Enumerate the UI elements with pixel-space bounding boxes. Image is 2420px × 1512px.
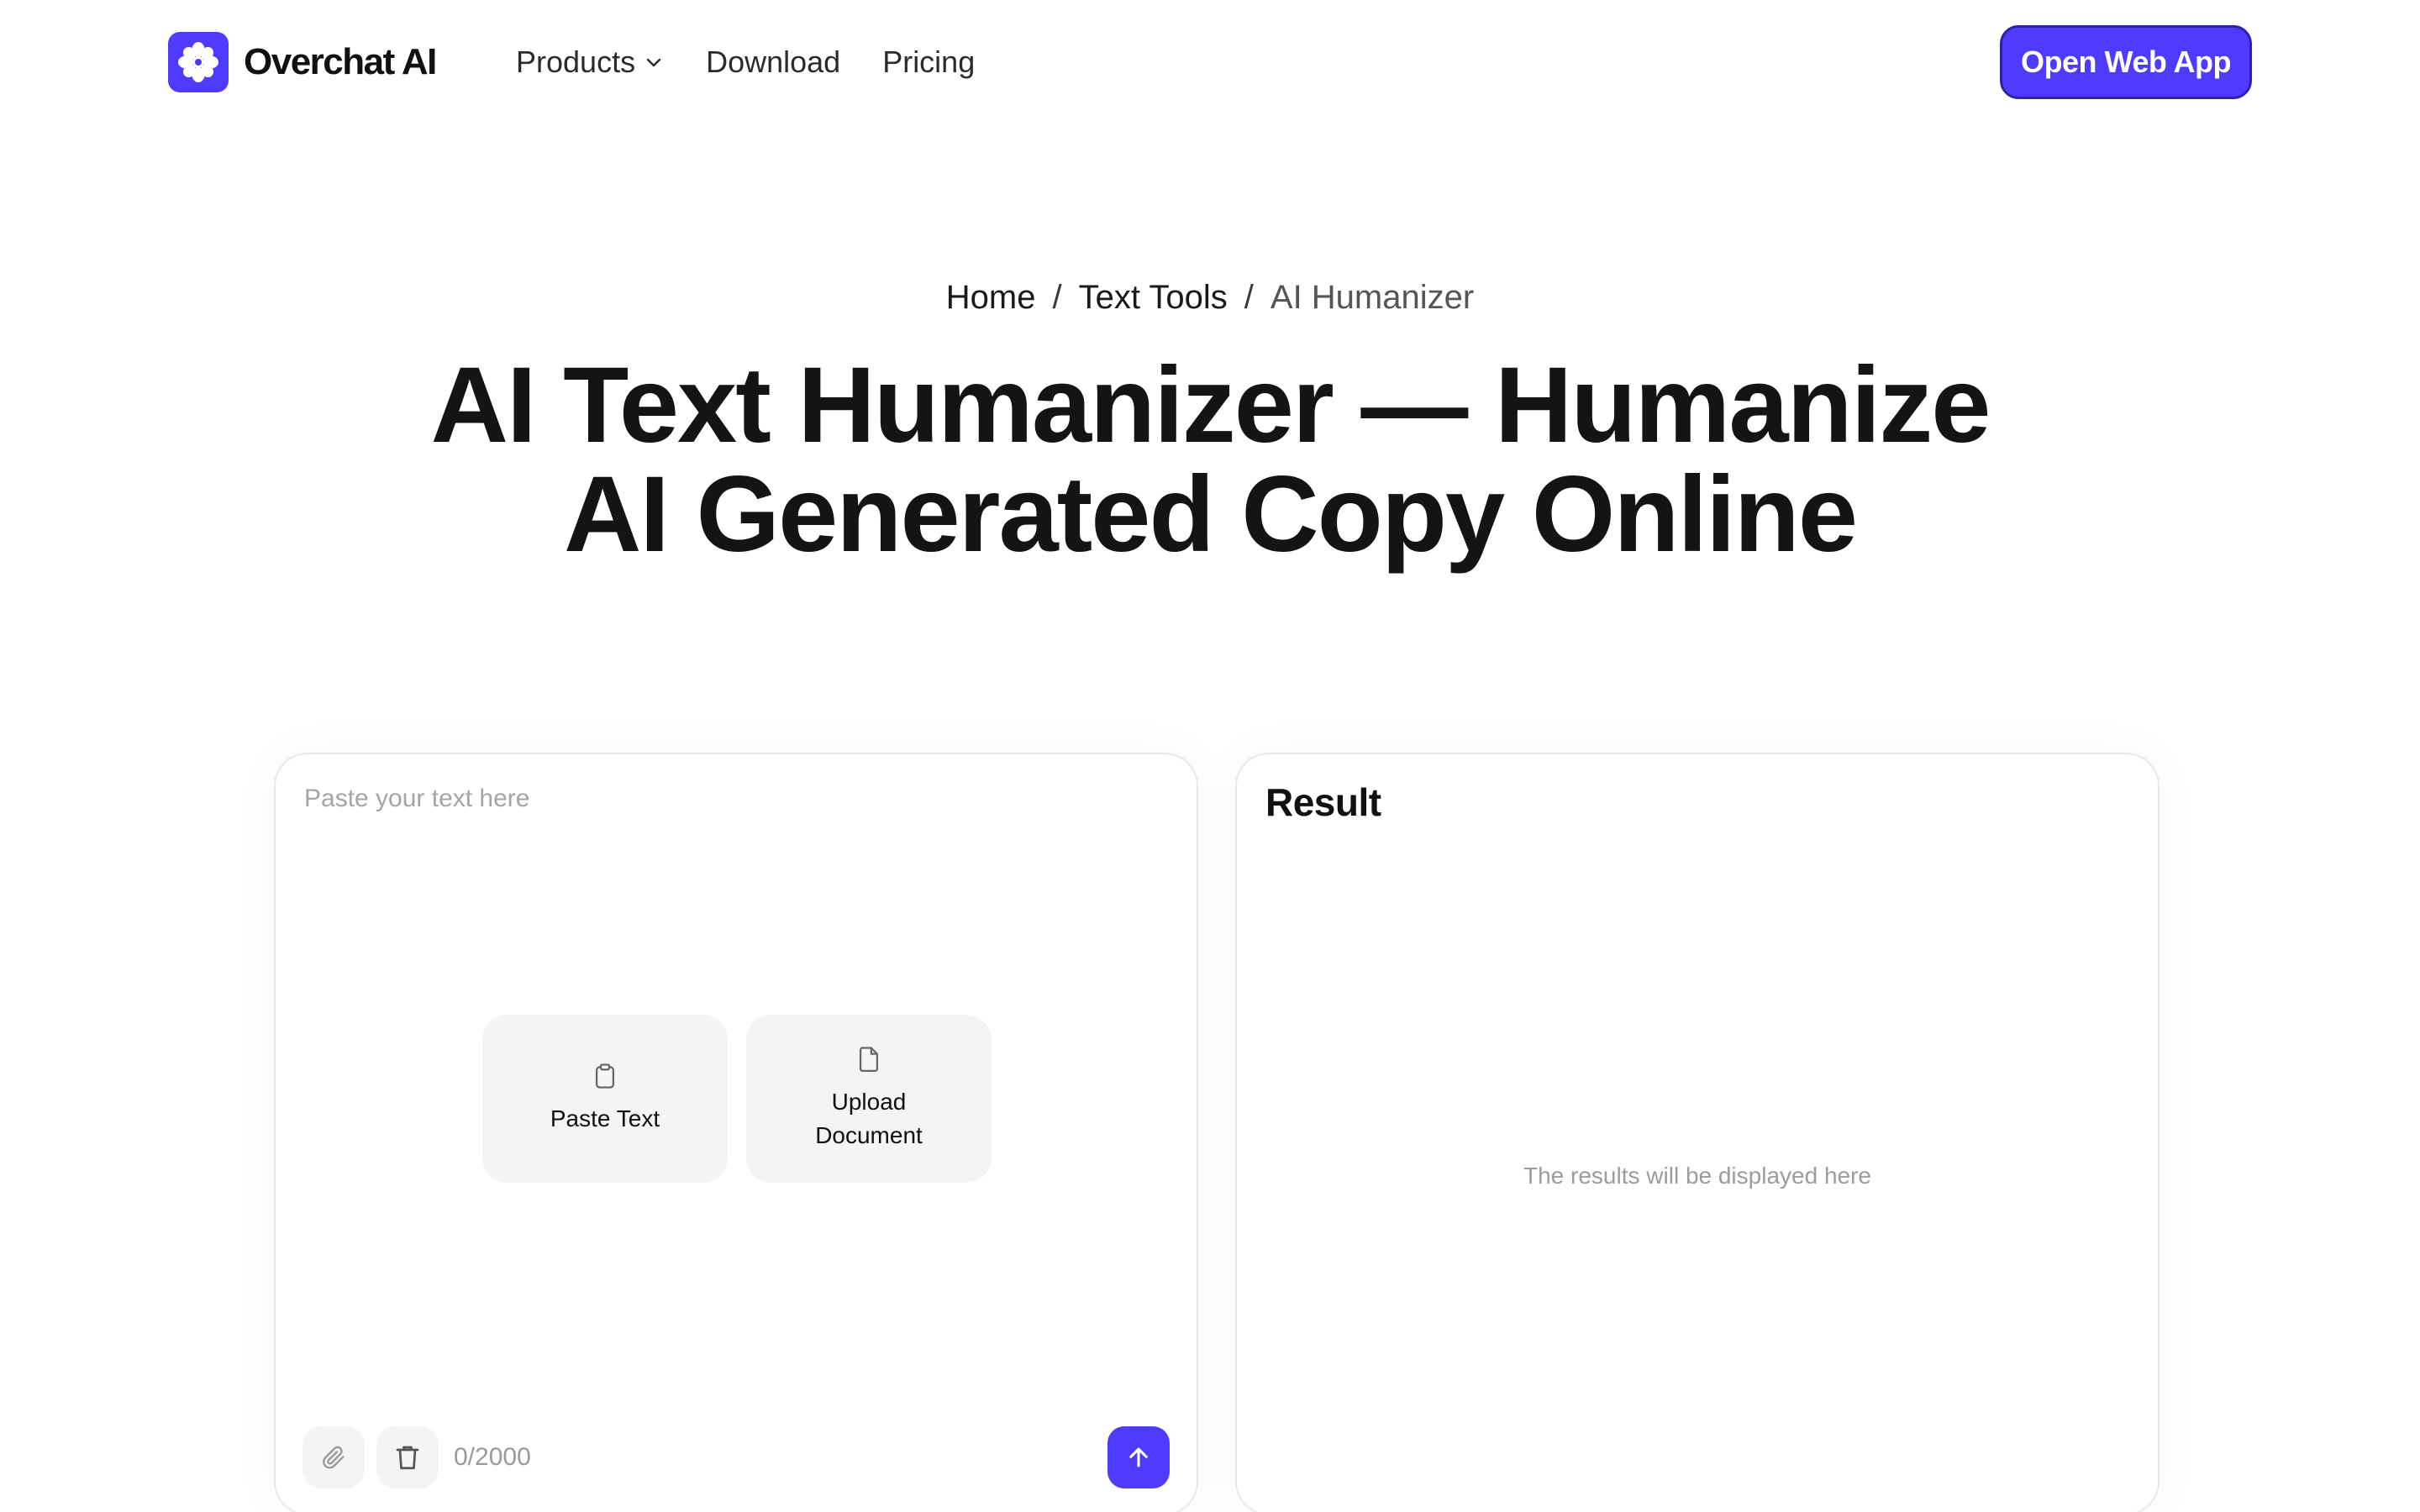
upload-document-button[interactable]: Upload Document <box>746 1015 992 1183</box>
nav-products[interactable]: Products <box>516 45 664 80</box>
asterisk-flower-icon <box>168 32 229 92</box>
paste-text-label: Paste Text <box>550 1105 660 1131</box>
open-web-app-button[interactable]: Open Web App <box>2000 25 2252 99</box>
logo-text: Overchat AI <box>244 41 437 82</box>
upload-document-label: Upload Document <box>815 1089 923 1148</box>
breadcrumb: Home / Text Tools / AI Humanizer <box>0 279 2420 317</box>
result-title: Result <box>1265 780 1381 824</box>
nav-pricing-label: Pricing <box>882 45 976 79</box>
text-input-placeholder[interactable]: Paste your text here <box>304 785 529 813</box>
nav-download-label: Download <box>706 45 841 79</box>
document-icon <box>859 1047 879 1073</box>
page-title-line-2: AI Generated Copy Online <box>563 454 1858 575</box>
breadcrumb-current: AI Humanizer <box>1270 279 1475 316</box>
nav-products-label: Products <box>516 45 636 79</box>
nav-download[interactable]: Download <box>706 45 840 80</box>
result-panel: Result The results will be displayed her… <box>1235 753 2160 1512</box>
input-toolbar: 0/2000 <box>302 1426 1170 1488</box>
logo-link[interactable]: Overchat AI <box>168 32 437 92</box>
clear-button[interactable] <box>376 1426 439 1488</box>
trash-icon <box>396 1446 419 1470</box>
page: Overchat AI Products Download Pricing Op… <box>0 0 2420 1512</box>
main-nav: Products Download Pricing <box>516 37 975 87</box>
quick-actions: Paste Text Upload Document <box>482 1015 992 1183</box>
paperclip-icon <box>323 1446 345 1469</box>
attach-button[interactable] <box>302 1426 365 1488</box>
breadcrumb-home[interactable]: Home <box>946 279 1036 317</box>
page-title: AI Text Humanizer — Humanize AI Generate… <box>252 351 2168 570</box>
result-empty-message: The results will be displayed here <box>1523 1163 1871 1189</box>
page-title-line-1: AI Text Humanizer — Humanize <box>430 345 1991 465</box>
breadcrumb-text-tools[interactable]: Text Tools <box>1079 279 1228 317</box>
nav-pricing[interactable]: Pricing <box>882 45 975 80</box>
site-header: Overchat AI Products Download Pricing Op… <box>0 0 2420 124</box>
breadcrumb-separator: / <box>1052 279 1062 316</box>
arrow-up-icon <box>1129 1447 1148 1467</box>
chevron-down-icon <box>646 58 661 67</box>
character-counter: 0/2000 <box>454 1443 531 1471</box>
clipboard-icon <box>595 1063 615 1089</box>
submit-button[interactable] <box>1107 1426 1170 1488</box>
input-panel[interactable]: Paste your text here Paste Text Upload D… <box>274 753 1198 1512</box>
breadcrumb-separator: / <box>1244 279 1254 316</box>
paste-text-button[interactable]: Paste Text <box>482 1015 728 1183</box>
